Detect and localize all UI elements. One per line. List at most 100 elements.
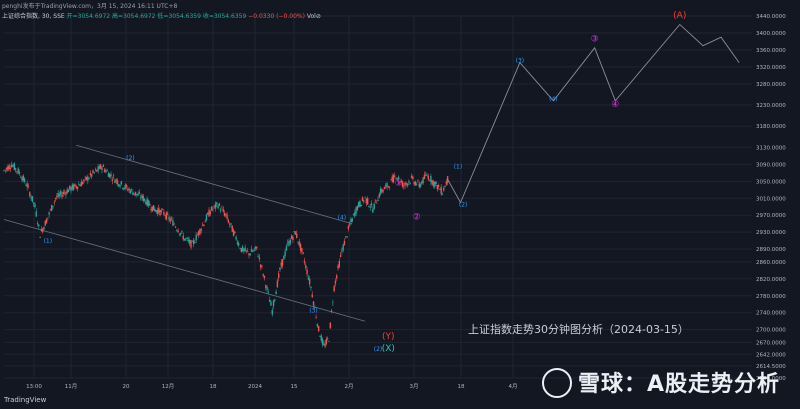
candle-body — [212, 208, 214, 210]
candle-body — [444, 185, 446, 188]
candle-body — [385, 185, 387, 187]
candle-body — [85, 176, 88, 180]
candle-body — [299, 244, 302, 251]
candle-body — [186, 237, 188, 240]
price-axis[interactable]: 3440.0000 3400.0000 3360.0000 3320.0000 3280… — [752, 0, 800, 409]
candle-body — [440, 186, 442, 195]
candle-body — [443, 187, 445, 191]
candle-body — [341, 250, 343, 252]
candle-body — [342, 244, 344, 251]
trend-channel — [3, 144, 366, 322]
candle-body — [427, 176, 429, 180]
candle-body — [439, 189, 441, 191]
candle-body — [201, 224, 204, 226]
candle-body — [49, 209, 52, 210]
candle-body — [266, 286, 268, 290]
projection-line — [447, 23, 740, 204]
candle-body — [267, 291, 270, 293]
candle-body — [268, 299, 271, 303]
channel-line — [3, 219, 366, 322]
candle-body — [258, 257, 261, 260]
candle-body — [431, 180, 433, 185]
x-tick-label: 3月 — [410, 383, 419, 390]
candle-body — [417, 180, 419, 182]
candle-body — [199, 228, 201, 234]
candle-body — [257, 255, 259, 257]
candle-body — [151, 206, 154, 212]
candle-body — [381, 189, 383, 193]
candle-body — [289, 240, 292, 244]
candle-body — [105, 170, 107, 173]
y-tick-label: 2642.0000 — [756, 352, 786, 358]
candle-body — [383, 187, 386, 190]
candle-body — [177, 230, 179, 233]
candle-body — [32, 202, 35, 204]
volume-toggle[interactable]: Vol⊘ — [307, 13, 321, 20]
candle-body — [57, 193, 59, 197]
candle-body — [92, 170, 94, 174]
candle-body — [200, 229, 203, 231]
high-value: 高=3054.6972 — [112, 13, 156, 20]
candle-body — [159, 209, 161, 216]
change-value: −0.0330 (−0.00%) — [248, 13, 305, 20]
candle-body — [133, 193, 135, 195]
candle-body — [43, 226, 45, 230]
tradingview-brand[interactable]: TradingView — [4, 396, 46, 404]
candle-body — [262, 274, 264, 276]
candle-body — [377, 199, 379, 202]
candle-body — [76, 186, 79, 189]
x-tick-label: 20 — [123, 384, 130, 390]
candle-body — [316, 323, 319, 327]
y-tick-label: 3010.0000 — [756, 196, 786, 202]
candle-body — [210, 206, 213, 211]
candle-body — [336, 275, 338, 279]
wave-label: (X) — [382, 344, 395, 354]
candle-body — [87, 176, 89, 181]
candle-body — [363, 200, 365, 202]
candle-body — [173, 223, 175, 225]
watermark: 雪球：A股走势分析 — [542, 366, 780, 400]
y-tick-label: 3320.0000 — [756, 65, 786, 71]
candle-body — [231, 225, 233, 232]
candle-body — [192, 240, 195, 245]
wave-label: (3) — [309, 308, 318, 315]
candle-body — [35, 211, 37, 217]
price-chart[interactable]: (1)(2)(3)(4)(2)(Y)(X)①②(1)(2)(3)(4)③④(A)… — [0, 0, 800, 409]
candle-body — [208, 209, 210, 217]
candle-body — [413, 181, 415, 185]
candle-body — [432, 181, 435, 186]
candle-body — [26, 183, 28, 188]
candle-body — [66, 189, 68, 194]
candle-body — [21, 177, 23, 181]
candle-body — [16, 171, 18, 172]
wave-labels: (1)(2)(3)(4)(2)(Y)(X)①②(1)(2)(3)(4)③④(A) — [44, 11, 687, 354]
candle-body — [390, 179, 392, 180]
candle-body — [134, 191, 137, 195]
x-tick-label: 18 — [210, 384, 217, 390]
candle-body — [209, 211, 212, 214]
candle-body — [103, 169, 106, 172]
candle-body — [308, 278, 311, 285]
candle-body — [61, 194, 63, 198]
candle-body — [339, 254, 342, 257]
candle-body — [256, 246, 258, 249]
candle-body — [350, 219, 352, 223]
candle-body — [297, 241, 299, 243]
candle-body — [156, 209, 159, 215]
candle-body — [302, 252, 304, 254]
candle-body — [426, 174, 428, 176]
y-tick-label: 3440.0000 — [756, 14, 786, 20]
candle-body — [236, 242, 239, 245]
candle-body — [84, 176, 86, 178]
candle-body — [58, 194, 61, 196]
candle-body — [343, 240, 346, 246]
candle-body — [185, 238, 187, 240]
candle-body — [74, 183, 76, 187]
candle-body — [277, 273, 280, 279]
y-tick-label: 2670.0000 — [756, 340, 786, 346]
candle-body — [303, 260, 306, 263]
candle-body — [271, 310, 273, 315]
close-value: 收=3054.6359 — [202, 13, 247, 20]
candle-body — [244, 247, 246, 252]
candle-body — [328, 341, 330, 342]
